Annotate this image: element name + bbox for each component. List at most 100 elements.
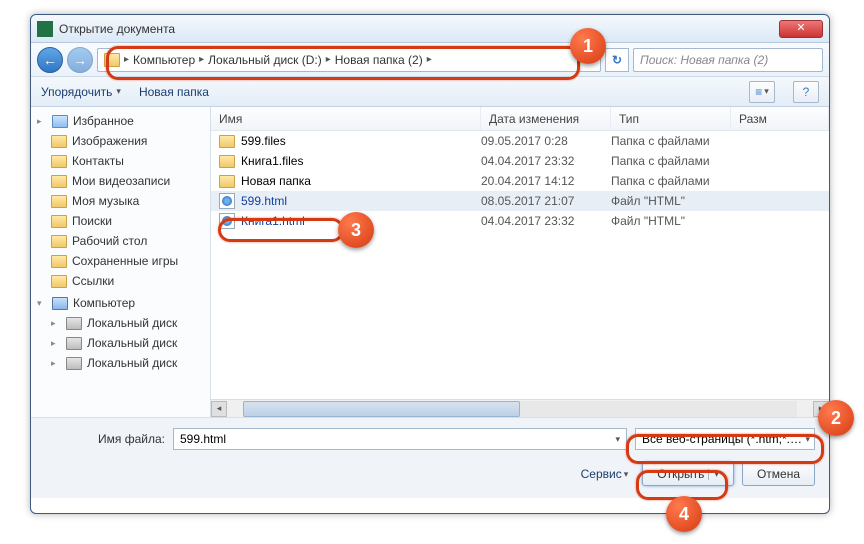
sidebar-computer[interactable]: ▾Компьютер [31,293,210,313]
file-row[interactable]: Книга1.html 04.04.2017 23:32Файл "HTML" [211,211,829,231]
filename-value: 599.html [180,432,226,446]
search-placeholder: Поиск: Новая папка (2) [640,53,768,67]
scroll-left-icon[interactable]: ◂ [211,401,227,417]
help-button[interactable]: ? [793,81,819,103]
file-name: 599.html [241,194,287,208]
search-input[interactable]: Поиск: Новая папка (2) [633,48,823,72]
file-row[interactable]: 599.html08.05.2017 21:07Файл "HTML" [211,191,829,211]
sidebar-item[interactable]: Рабочий стол [31,231,210,251]
file-row[interactable]: 599.files 09.05.2017 0:28Папка с файлами [211,131,829,151]
folder-icon [51,215,67,228]
column-headers: Имя Дата изменения Тип Разм [211,107,829,131]
breadcrumb-drive[interactable]: Локальный диск (D:) [208,53,322,67]
file-date: 04.04.2017 23:32 [481,154,611,168]
callout-4: 4 [666,496,702,532]
col-date[interactable]: Дата изменения [481,107,611,130]
breadcrumb-folder[interactable]: Новая папка (2) [335,53,423,67]
folder-icon [51,275,67,288]
tools-menu[interactable]: Сервис▾ [581,467,629,481]
chevron-right-icon: ▸ [124,54,129,65]
sidebar-favorites[interactable]: ▸Избранное [31,111,210,131]
sidebar-drive[interactable]: ▸Локальный диск [31,353,210,373]
folder-icon [219,175,235,188]
sidebar: ▸Избранное Изображения Контакты Мои виде… [31,107,211,417]
callout-3: 3 [338,212,374,248]
folder-icon [51,235,67,248]
open-button[interactable]: Открыть▾ [642,462,734,486]
view-options-button[interactable]: ≡▾ [749,81,775,103]
drive-icon [66,317,82,330]
toolbar: Упорядочить▾ Новая папка ≡▾ ? [31,77,829,107]
folder-icon [104,53,120,67]
col-name[interactable]: Имя [211,107,481,130]
chevron-right-icon: ▸ [427,54,432,65]
sidebar-drive[interactable]: ▸Локальный диск [31,313,210,333]
forward-button[interactable]: → [67,47,93,73]
cancel-button[interactable]: Отмена [742,462,815,486]
filename-label: Имя файла: [45,432,165,446]
chevron-down-icon[interactable]: ▾ [805,434,810,445]
nav-bar: ← → ▸ Компьютер ▸ Локальный диск (D:) ▸ … [31,43,829,77]
folder-icon [51,255,67,268]
drive-icon [66,357,82,370]
organize-menu[interactable]: Упорядочить▾ [41,85,121,99]
file-list[interactable]: 599.files09.05.2017 0:28Папка с файламиК… [211,131,829,399]
chevron-right-icon: ▸ [199,54,204,65]
star-icon [52,115,68,128]
folder-icon [51,195,67,208]
file-type: Папка с файлами [611,134,731,148]
breadcrumb-computer[interactable]: Компьютер [133,53,195,67]
file-type: Файл "HTML" [611,214,731,228]
folder-icon [51,175,67,188]
callout-1: 1 [570,28,606,64]
sidebar-item[interactable]: Сохраненные игры [31,251,210,271]
horizontal-scrollbar[interactable]: ◂ ▸ [211,399,829,417]
address-bar[interactable]: ▸ Компьютер ▸ Локальный диск (D:) ▸ Нова… [97,48,601,72]
file-date: 09.05.2017 0:28 [481,134,611,148]
window-title: Открытие документа [59,22,779,36]
sidebar-item[interactable]: Ссылки [31,271,210,291]
file-date: 08.05.2017 21:07 [481,194,611,208]
scroll-thumb[interactable] [243,401,520,417]
file-date: 04.04.2017 23:32 [481,214,611,228]
sidebar-item[interactable]: Контакты [31,151,210,171]
computer-icon [52,297,68,310]
close-button[interactable]: ✕ [779,20,823,38]
open-dialog: Открытие документа ✕ ← → ▸ Компьютер ▸ Л… [30,14,830,514]
drive-icon [66,337,82,350]
filename-input[interactable]: 599.html ▾ [173,428,627,450]
excel-icon [37,21,53,37]
file-name: Книга1.html [241,214,305,228]
titlebar: Открытие документа ✕ [31,15,829,43]
col-type[interactable]: Тип [611,107,731,130]
sidebar-drive[interactable]: ▸Локальный диск [31,333,210,353]
filetype-select[interactable]: Все веб-страницы (*.htm;*.html) ▾ [635,428,815,450]
sidebar-item[interactable]: Мои видеозаписи [31,171,210,191]
back-button[interactable]: ← [37,47,63,73]
file-name: 599.files [241,134,286,148]
folder-icon [219,135,235,148]
col-size[interactable]: Разм [731,107,829,130]
filetype-value: Все веб-страницы (*.htm;*.html) [642,432,805,446]
sidebar-item[interactable]: Поиски [31,211,210,231]
refresh-button[interactable]: ↻ [605,48,629,72]
file-name: Книга1.files [241,154,303,168]
file-name: Новая папка [241,174,311,188]
callout-2: 2 [818,400,854,436]
new-folder-button[interactable]: Новая папка [139,85,209,99]
html-file-icon [219,213,235,229]
dialog-body: ▸Избранное Изображения Контакты Мои виде… [31,107,829,417]
folder-icon [51,135,67,148]
open-split-icon[interactable]: ▾ [708,469,719,480]
chevron-right-icon: ▸ [326,54,331,65]
sidebar-item[interactable]: Изображения [31,131,210,151]
folder-icon [51,155,67,168]
folder-icon [219,155,235,168]
file-row[interactable]: Новая папка20.04.2017 14:12Папка с файла… [211,171,829,191]
html-file-icon [219,193,235,209]
sidebar-item[interactable]: Моя музыка [31,191,210,211]
chevron-down-icon[interactable]: ▾ [615,434,620,445]
file-row[interactable]: Книга1.files04.04.2017 23:32Папка с файл… [211,151,829,171]
file-type: Папка с файлами [611,174,731,188]
bottom-panel: Имя файла: 599.html ▾ Все веб-страницы (… [31,417,829,498]
